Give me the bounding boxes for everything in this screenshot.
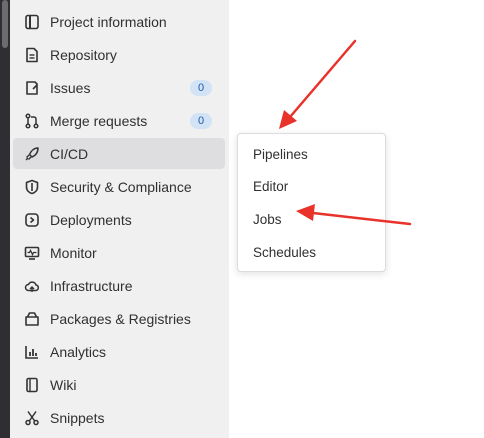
package-icon bbox=[23, 310, 41, 328]
deployments-icon bbox=[23, 211, 41, 229]
flyout-item-pipelines[interactable]: Pipelines bbox=[253, 147, 308, 162]
sidebar-item-project-information[interactable]: Project information bbox=[13, 6, 225, 37]
sidebar-item-label: Packages & Registries bbox=[50, 310, 191, 327]
sidebar-item-label: Security & Compliance bbox=[50, 178, 192, 195]
rocket-icon bbox=[23, 145, 41, 163]
sidebar-item-label: Analytics bbox=[50, 343, 107, 360]
sidebar-item-label: Deployments bbox=[50, 211, 132, 228]
sidebar-item-label: Wiki bbox=[50, 376, 77, 393]
chart-icon bbox=[23, 343, 41, 361]
sidebar-item-snippets[interactable]: Snippets bbox=[13, 402, 225, 433]
cloud-icon bbox=[23, 277, 41, 295]
sidebar-item-label: Merge requests bbox=[50, 112, 148, 129]
sidebar-item-merge-requests[interactable]: Merge requests 0 bbox=[13, 105, 225, 136]
left-edge-strip bbox=[0, 0, 10, 438]
sidebar-item-security-compliance[interactable]: Security & Compliance bbox=[13, 171, 225, 202]
monitor-icon bbox=[23, 244, 41, 262]
scrollbar-thumb[interactable] bbox=[2, 0, 8, 48]
flyout-item-editor[interactable]: Editor bbox=[253, 179, 288, 194]
cicd-flyout-menu: Pipelines Editor Jobs Schedules bbox=[237, 133, 386, 272]
sidebar-item-cicd[interactable]: CI/CD bbox=[13, 138, 225, 169]
issues-icon bbox=[23, 79, 41, 97]
sidebar-item-label: Snippets bbox=[50, 409, 105, 426]
shield-icon bbox=[23, 178, 41, 196]
issues-count-badge: 0 bbox=[190, 80, 212, 96]
project-sidebar: Project information Repository Issues 0 … bbox=[10, 0, 229, 438]
project-icon bbox=[23, 13, 41, 31]
sidebar-item-label: CI/CD bbox=[50, 145, 89, 162]
sidebar-item-analytics[interactable]: Analytics bbox=[13, 336, 225, 367]
annotation-arrow-to-menu bbox=[279, 39, 357, 129]
sidebar-item-label: Infrastructure bbox=[50, 277, 133, 294]
sidebar-item-monitor[interactable]: Monitor bbox=[13, 237, 225, 268]
flyout-item-jobs[interactable]: Jobs bbox=[253, 212, 282, 227]
sidebar-item-label: Issues bbox=[50, 79, 91, 96]
sidebar-item-deployments[interactable]: Deployments bbox=[13, 204, 225, 235]
sidebar-item-label: Repository bbox=[50, 46, 117, 63]
sidebar-item-infrastructure[interactable]: Infrastructure bbox=[13, 270, 225, 301]
sidebar-item-repository[interactable]: Repository bbox=[13, 39, 225, 70]
sidebar-item-label: Monitor bbox=[50, 244, 97, 261]
sidebar-item-wiki[interactable]: Wiki bbox=[13, 369, 225, 400]
book-icon bbox=[23, 376, 41, 394]
scissors-icon bbox=[23, 409, 41, 427]
merge-requests-count-badge: 0 bbox=[190, 113, 212, 129]
sidebar-item-packages-registries[interactable]: Packages & Registries bbox=[13, 303, 225, 334]
merge-request-icon bbox=[23, 112, 41, 130]
document-icon bbox=[23, 46, 41, 64]
sidebar-item-label: Project information bbox=[50, 13, 167, 30]
flyout-item-schedules[interactable]: Schedules bbox=[253, 245, 316, 260]
sidebar-item-issues[interactable]: Issues 0 bbox=[13, 72, 225, 103]
